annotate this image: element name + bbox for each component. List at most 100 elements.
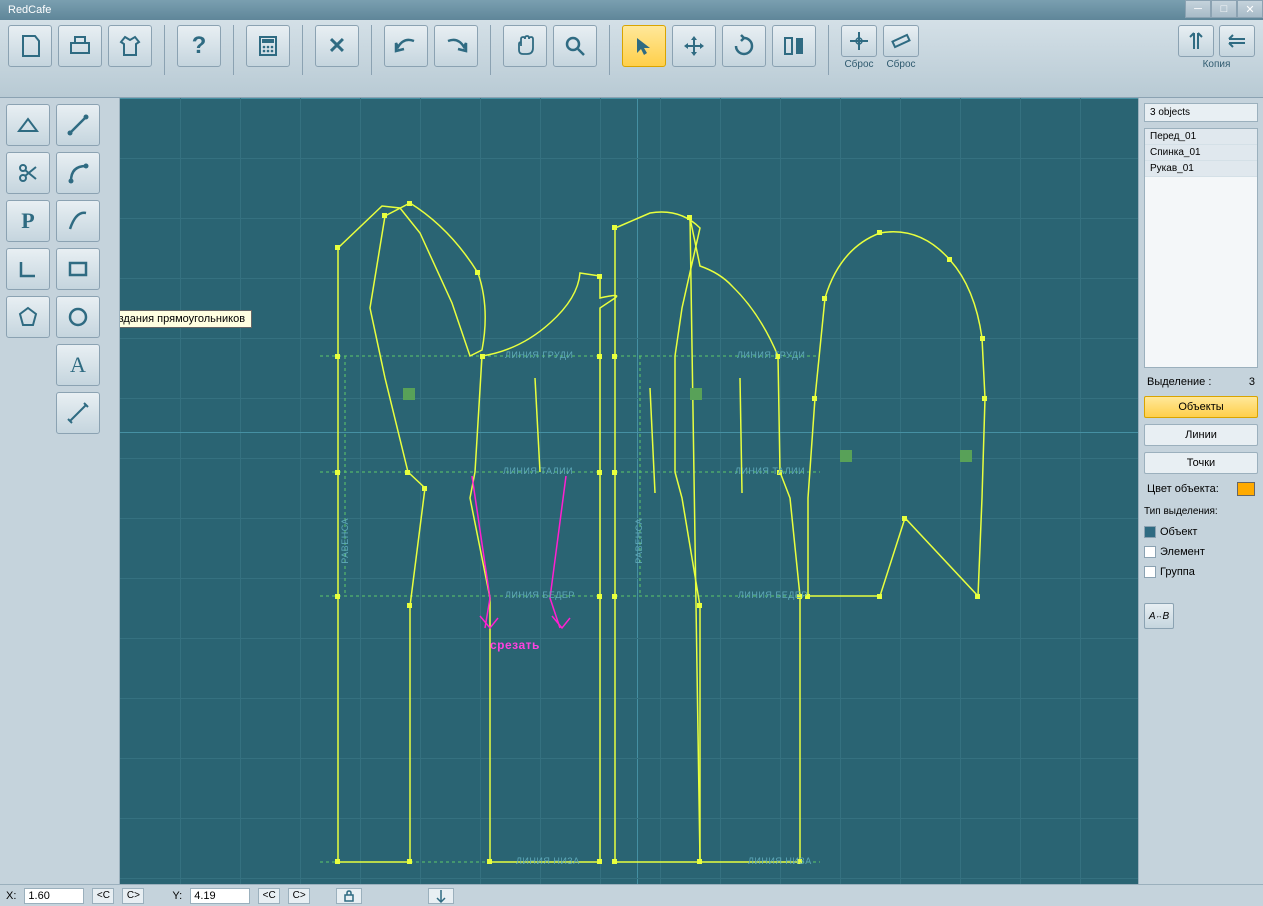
list-item[interactable]: Перед_01	[1145, 129, 1257, 145]
ruler-reset-button[interactable]	[883, 25, 919, 57]
mirror-button[interactable]	[772, 25, 816, 67]
label-bottom-2: ЛИНИЯ НИЗА	[748, 856, 812, 866]
objects-button[interactable]: Объекты	[1144, 396, 1258, 418]
app-title: RedCafe	[8, 4, 51, 16]
redo-button[interactable]	[434, 25, 478, 67]
shirt-button[interactable]	[108, 25, 152, 67]
arc-tool[interactable]	[56, 152, 100, 194]
copy-group: Копия	[1178, 25, 1255, 70]
check-group-label: Группа	[1160, 566, 1195, 578]
mirror-v-button[interactable]	[1178, 25, 1214, 57]
object-count: 3 objects	[1144, 103, 1258, 122]
curve-tool[interactable]	[56, 200, 100, 242]
window-controls: ─ □ ✕	[1185, 0, 1263, 18]
lock-button[interactable]	[336, 888, 362, 904]
object-list[interactable]: Перед_01 Спинка_01 Рукав_01	[1144, 128, 1258, 368]
checkbox-icon	[1144, 526, 1156, 538]
corner-tool[interactable]	[6, 248, 50, 290]
label-cut: срезать	[490, 638, 540, 652]
check-object-label: Объект	[1160, 526, 1197, 538]
move-button[interactable]	[672, 25, 716, 67]
new-file-button[interactable]	[8, 25, 52, 67]
close-button[interactable]: ✕	[1237, 0, 1263, 18]
x-input[interactable]	[24, 888, 84, 904]
marker	[960, 450, 972, 462]
list-item[interactable]: Спинка_01	[1145, 145, 1257, 161]
status-bar: X: <C C> Y: <C C>	[0, 884, 1263, 906]
tooltip: Режим создания прямоугольников	[120, 310, 252, 328]
axis-reset-group: Сброс	[841, 25, 877, 70]
checkbox-icon	[1144, 566, 1156, 578]
reset-label-2: Сброс	[886, 59, 915, 70]
marker	[840, 450, 852, 462]
label-waist-1: ЛИНИЯ ТАЛИИ	[503, 466, 573, 476]
zoom-button[interactable]	[553, 25, 597, 67]
y-label: Y:	[172, 890, 182, 902]
lines-button[interactable]: Линии	[1144, 424, 1258, 446]
line-tool[interactable]	[56, 104, 100, 146]
marker	[403, 388, 415, 400]
rotate-button[interactable]	[722, 25, 766, 67]
measure-tool[interactable]	[56, 392, 100, 434]
right-panel: 3 objects Перед_01 Спинка_01 Рукав_01 Вы…	[1138, 98, 1263, 884]
left-toolbox: P A	[0, 98, 120, 884]
check-element-row[interactable]: Элемент	[1144, 545, 1258, 559]
label-balance-1: РАВЕНСА	[340, 518, 350, 564]
y-input[interactable]	[190, 888, 250, 904]
pattern-pieces	[120, 98, 1138, 884]
label-bottom-1: ЛИНИЯ НИЗА	[516, 856, 580, 866]
print-button[interactable]	[58, 25, 102, 67]
maximize-button[interactable]: □	[1211, 0, 1237, 18]
mirror-h-button[interactable]	[1219, 25, 1255, 57]
main-area: P A /*grid generated below via static di…	[0, 98, 1263, 884]
axis-reset-button[interactable]	[841, 25, 877, 57]
ruler-reset-group: Сброс	[883, 25, 919, 70]
select-button[interactable]	[622, 25, 666, 67]
color-label: Цвет объекта:	[1147, 483, 1219, 495]
check-group-row[interactable]: Группа	[1144, 565, 1258, 579]
label-balance-2: РАВЕНСА	[634, 518, 644, 564]
delete-button[interactable]: ✕	[315, 25, 359, 67]
scissors-tool[interactable]	[6, 152, 50, 194]
main-toolbar: ? ✕ Сброс Сброс Копия	[0, 20, 1263, 98]
list-item[interactable]: Рукав_01	[1145, 161, 1257, 177]
reset-label-1: Сброс	[844, 59, 873, 70]
canvas[interactable]: /*grid generated below via static divs*/	[120, 98, 1138, 884]
minimize-button[interactable]: ─	[1185, 0, 1211, 18]
label-hip-2: ЛИНИЯ БЕДЕР	[738, 590, 808, 600]
rename-button[interactable]: A↔B	[1144, 603, 1174, 629]
check-object-row[interactable]: Объект	[1144, 525, 1258, 539]
check-element-label: Элемент	[1160, 546, 1205, 558]
checkbox-icon	[1144, 546, 1156, 558]
triangle-tool[interactable]	[6, 104, 50, 146]
marker	[690, 388, 702, 400]
label-chest-1: ЛИНИЯ ГРУДИ	[505, 350, 573, 360]
title-bar: RedCafe ─ □ ✕	[0, 0, 1263, 20]
help-button[interactable]: ?	[177, 25, 221, 67]
c-right-button-2[interactable]: C>	[288, 888, 310, 904]
c-left-button-2[interactable]: <C	[258, 888, 280, 904]
rectangle-tool[interactable]	[56, 248, 100, 290]
c-left-button[interactable]: <C	[92, 888, 114, 904]
label-chest-2: ЛИНИЯ ГРУДИ	[737, 350, 805, 360]
undo-button[interactable]	[384, 25, 428, 67]
selection-count: 3	[1249, 376, 1255, 388]
label-waist-2: ЛИНИЯ ТАЛИИ	[735, 466, 805, 476]
points-button[interactable]: Точки	[1144, 452, 1258, 474]
circle-tool[interactable]	[56, 296, 100, 338]
x-label: X:	[6, 890, 16, 902]
calculator-button[interactable]	[246, 25, 290, 67]
polygon-tool[interactable]	[6, 296, 50, 338]
copy-label: Копия	[1203, 59, 1231, 70]
selection-type-label: Тип выделения:	[1144, 504, 1258, 519]
text-tool[interactable]: A	[56, 344, 100, 386]
c-right-button[interactable]: C>	[122, 888, 144, 904]
selection-label: Выделение :	[1147, 376, 1211, 388]
point-tool[interactable]: P	[6, 200, 50, 242]
color-row: Цвет объекта:	[1144, 480, 1258, 498]
snap-button[interactable]	[428, 888, 454, 904]
label-hip-1: ЛИНИЯ БЕДЕР	[505, 590, 575, 600]
pan-button[interactable]	[503, 25, 547, 67]
color-swatch[interactable]	[1237, 482, 1255, 496]
selection-count-row: Выделение : 3	[1144, 374, 1258, 390]
